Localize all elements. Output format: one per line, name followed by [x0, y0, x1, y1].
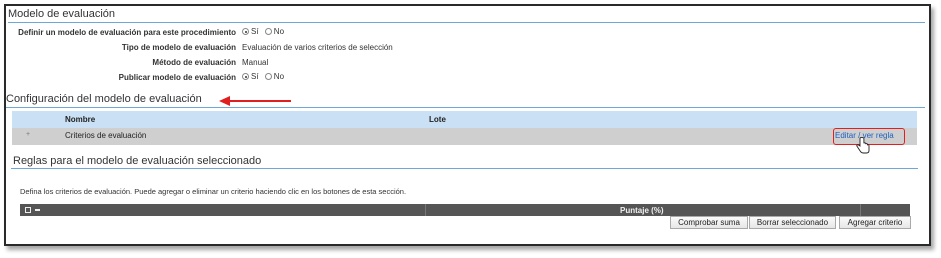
rules-table-header: [20, 204, 910, 216]
evaluation-model-section-title: Modelo de evaluación: [8, 8, 116, 20]
publish-model-no-radio[interactable]: [264, 73, 272, 80]
rules-instructions: Defina los criterios de evaluación. Pued…: [20, 187, 407, 196]
publish-model-radio-group: Sí No: [242, 72, 288, 81]
check-sum-button[interactable]: Comprobar suma: [670, 216, 748, 229]
define-model-radio-group: Sí No: [242, 27, 288, 36]
collapse-icon[interactable]: [35, 209, 40, 211]
evaluation-method-value: Manual: [242, 58, 269, 67]
column-header-nombre: Nombre: [65, 115, 96, 124]
section-divider: [6, 107, 925, 108]
evaluation-model-panel: Modelo de evaluación Definir un modelo d…: [4, 4, 931, 246]
section-divider: [11, 168, 918, 169]
column-header-lote: Lote: [429, 115, 446, 124]
expand-row-icon[interactable]: +: [26, 131, 30, 138]
table-row[interactable]: [12, 128, 917, 145]
add-criterion-button[interactable]: Agregar criterio: [839, 216, 911, 229]
evaluation-method-label: Método de evaluación: [152, 58, 236, 67]
model-type-label: Tipo de modelo de evaluación: [121, 43, 236, 52]
publish-model-label: Publicar modelo de evaluación: [118, 73, 236, 82]
column-divider: [425, 204, 426, 216]
delete-selected-button[interactable]: Borrar seleccionado: [749, 216, 836, 229]
hand-cursor-icon: [856, 137, 870, 154]
configuration-table-header: [12, 111, 917, 128]
column-header-puntaje: Puntaje (%): [620, 206, 664, 215]
column-divider: [860, 204, 861, 216]
rules-section-title: Reglas para el modelo de evaluación sele…: [13, 155, 262, 167]
configuration-section-title: Configuración del modelo de evaluación: [6, 93, 202, 105]
model-type-value: Evaluación de varios criterios de selecc…: [242, 43, 393, 52]
select-all-checkbox-icon[interactable]: [25, 207, 31, 213]
define-model-label: Definir un modelo de evaluación para est…: [18, 28, 236, 37]
publish-model-yes-radio[interactable]: [242, 73, 249, 80]
define-model-yes-radio[interactable]: [242, 28, 249, 35]
red-arrow-annotation: [219, 96, 291, 106]
section-divider: [8, 22, 925, 23]
define-model-no-radio[interactable]: [264, 28, 272, 35]
criteria-name-cell: Criterios de evaluación: [65, 131, 147, 140]
